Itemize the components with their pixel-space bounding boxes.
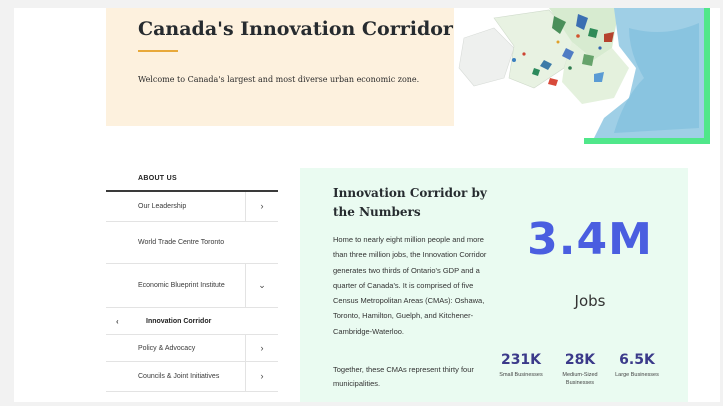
corridor-stats-panel: Innovation Corridor by the Numbers Home … (300, 168, 688, 402)
page: Canada's Innovation Corridor Welcome to … (14, 8, 720, 402)
sidebar-item-world-trade-centre[interactable]: World Trade Centre Toronto (106, 222, 278, 264)
chevron-right-icon[interactable]: › (245, 192, 278, 221)
chevron-down-icon[interactable]: ⌄ (245, 264, 278, 307)
sidebar-item-label: World Trade Centre Toronto (138, 239, 225, 246)
title-underline (138, 50, 178, 52)
small-businesses-stat: 231K Small Businesses (496, 352, 546, 379)
stats-description: Home to nearly eight million people and … (333, 235, 487, 336)
arrow-left-icon: ‹ (116, 316, 119, 326)
sidebar-item-our-leadership[interactable]: Our Leadership › (106, 192, 278, 222)
sidebar-item-label: Our Leadership (138, 203, 187, 210)
sidebar-item-policy-advocacy[interactable]: Policy & Advocacy › (106, 334, 278, 362)
medium-businesses-stat: 28K Medium-Sized Businesses (555, 352, 605, 387)
stat-value: 28K (564, 352, 596, 368)
page-title: Canada's Innovation Corridor (138, 18, 453, 40)
stats-municipalities-text: Together, these CMAs represent thirty fo… (333, 365, 474, 388)
chevron-right-icon[interactable]: › (245, 335, 278, 361)
hero-banner: Canada's Innovation Corridor Welcome to … (106, 8, 454, 126)
sidebar-item-label: Policy & Advocacy (138, 344, 196, 352)
sidebar-item-economic-blueprint[interactable]: Economic Blueprint Institute ⌄ (106, 264, 278, 308)
sidebar-item-councils-joint-initiatives[interactable]: Councils & Joint Initiatives › (106, 362, 278, 392)
sidebar-item-label: Innovation Corridor (146, 317, 212, 325)
sidebar-item-label: Economic Blueprint Institute (138, 282, 225, 289)
stat-caption: Large Businesses (615, 372, 659, 378)
regional-map-illustration (454, 8, 704, 138)
stat-value: 231K (500, 352, 542, 368)
stat-caption: Medium-Sized Businesses (562, 372, 598, 386)
stats-title: Innovation Corridor by the Numbers (333, 186, 487, 219)
jobs-stat-value: 3.4M (527, 214, 653, 265)
sidebar-heading: ABOUT US (106, 168, 278, 192)
hero-intro-text: Welcome to Canada's largest and most div… (138, 75, 420, 84)
sidebar-item-innovation-corridor[interactable]: ‹ Innovation Corridor (106, 308, 278, 334)
stat-value: 6.5K (619, 352, 655, 368)
stat-caption: Small Businesses (499, 372, 543, 378)
map-area (454, 8, 710, 144)
chevron-right-icon[interactable]: › (245, 362, 278, 391)
large-businesses-stat: 6.5K Large Businesses (612, 352, 662, 379)
jobs-stat-label: Jobs (574, 292, 606, 310)
sidebar-item-label: Councils & Joint Initiatives (138, 373, 220, 380)
about-us-sidebar: ABOUT US Our Leadership › World Trade Ce… (106, 168, 278, 392)
